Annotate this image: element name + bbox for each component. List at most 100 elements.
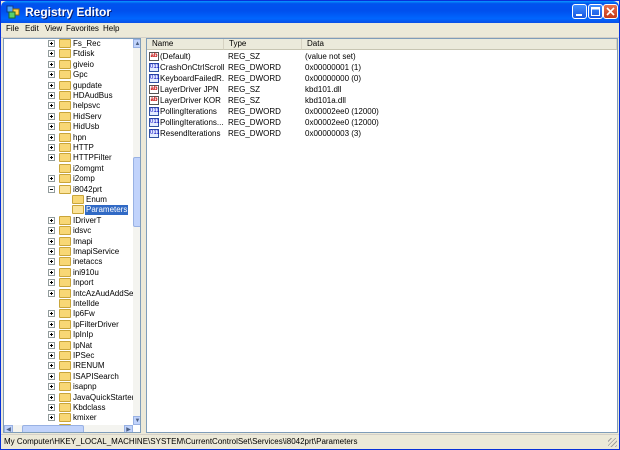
value-row[interactable]: 011 ResendIterations REG_DWORD 0x00000003 (… bbox=[147, 128, 617, 139]
expand-plus-icon[interactable] bbox=[48, 341, 55, 349]
tree-vertical-scrollbar[interactable]: ▲ ▼ bbox=[133, 39, 140, 425]
expand-plus-icon[interactable] bbox=[48, 352, 55, 359]
value-row[interactable]: ab LayerDriver JPN REG_SZ kbd101.dll bbox=[147, 84, 617, 95]
dword-value-icon: 011 bbox=[149, 129, 160, 138]
folder-icon bbox=[59, 330, 71, 340]
minimize-button[interactable] bbox=[572, 4, 587, 19]
folder-icon bbox=[59, 215, 71, 225]
expand-plus-icon[interactable] bbox=[48, 372, 55, 380]
expand-plus-icon[interactable] bbox=[48, 393, 55, 401]
tree-item-label: Kbdclass bbox=[73, 403, 106, 412]
value-row[interactable]: 011 PollingIterations REG_DWORD 0x00002ee0 … bbox=[147, 106, 617, 117]
menu-edit[interactable]: Edit bbox=[25, 24, 39, 33]
expand-plus-icon[interactable] bbox=[48, 216, 55, 224]
values-list[interactable]: Name Type Data ab (Default) REG_SZ (value n… bbox=[146, 38, 618, 433]
expand-plus-icon[interactable] bbox=[48, 279, 55, 287]
value-name: ResendIterations bbox=[160, 129, 221, 138]
expand-plus-icon[interactable] bbox=[48, 50, 55, 58]
folder-icon bbox=[59, 111, 71, 121]
string-value-icon: ab bbox=[149, 96, 159, 105]
expand-plus-icon[interactable] bbox=[48, 227, 55, 235]
dword-value-icon: 011 bbox=[149, 63, 160, 72]
tree-item-label: ISAPISearch bbox=[73, 371, 119, 381]
expand-plus-icon[interactable] bbox=[48, 268, 55, 276]
expand-plus-icon[interactable] bbox=[48, 362, 55, 370]
folder-icon bbox=[59, 101, 71, 111]
tree-item-label: IpNat bbox=[73, 340, 93, 350]
folder-icon bbox=[59, 91, 71, 100]
folder-icon bbox=[59, 371, 71, 381]
menu-bar: File Edit View Favorites Help bbox=[1, 23, 619, 38]
folder-icon bbox=[59, 257, 71, 267]
expand-plus-icon[interactable] bbox=[48, 144, 55, 151]
expand-plus-icon[interactable] bbox=[48, 289, 55, 297]
expand-plus-icon[interactable] bbox=[48, 154, 55, 162]
tree-item-label: ini910u bbox=[73, 267, 99, 277]
tree-item-label: i2omgmt bbox=[73, 163, 104, 173]
tree-horizontal-scrollbar[interactable]: ◀ ▶ bbox=[4, 425, 133, 432]
column-header-name[interactable]: Name bbox=[147, 39, 224, 50]
value-row[interactable]: ab LayerDriver KOR REG_SZ kbd101a.dll bbox=[147, 95, 617, 106]
expand-plus-icon[interactable] bbox=[48, 123, 55, 131]
expand-plus-icon[interactable] bbox=[48, 248, 55, 255]
value-name: (Default) bbox=[160, 52, 191, 61]
menu-help[interactable]: Help bbox=[103, 24, 119, 33]
maximize-button[interactable] bbox=[588, 4, 603, 19]
tree-item-label: HTTPFilter bbox=[73, 153, 112, 163]
scroll-right-icon[interactable]: ▶ bbox=[124, 425, 133, 432]
menu-view[interactable]: View bbox=[45, 24, 62, 33]
tree-item-label: IpFilterDriver bbox=[73, 319, 119, 329]
dword-value-icon: 011 bbox=[149, 118, 160, 127]
value-name: LayerDriver JPN bbox=[160, 85, 219, 94]
value-row[interactable]: 011 CrashOnCtrlScroll REG_DWORD 0x00000001 … bbox=[147, 62, 617, 73]
tree-item-label: IntcAzAudAddService bbox=[73, 288, 140, 298]
tree-item-label: gupdate bbox=[73, 80, 102, 90]
folder-icon bbox=[59, 361, 71, 371]
tree-horizontal-scroll-thumb[interactable] bbox=[22, 425, 84, 432]
tree-item-label: IpInIp bbox=[73, 330, 94, 340]
expand-plus-icon[interactable] bbox=[48, 175, 55, 183]
scroll-up-icon[interactable]: ▲ bbox=[133, 39, 140, 48]
expand-plus-icon[interactable] bbox=[48, 414, 55, 422]
column-header-type[interactable]: Type bbox=[224, 39, 302, 50]
folder-icon bbox=[59, 403, 71, 412]
expand-plus-icon[interactable] bbox=[48, 237, 55, 245]
title-bar[interactable]: Registry Editor bbox=[1, 1, 619, 23]
folder-icon bbox=[59, 163, 71, 173]
resize-grip-icon[interactable] bbox=[608, 438, 617, 447]
expand-plus-icon[interactable] bbox=[48, 133, 55, 141]
close-button[interactable] bbox=[603, 4, 618, 19]
value-data: 0x00000001 (1) bbox=[305, 63, 362, 72]
expand-plus-icon[interactable] bbox=[48, 331, 55, 339]
value-row[interactable]: ab (Default) REG_SZ (value not set) bbox=[147, 51, 617, 62]
dword-value-icon: 011 bbox=[149, 74, 160, 83]
expand-plus-icon[interactable] bbox=[48, 102, 55, 110]
tree-vertical-scroll-thumb[interactable] bbox=[133, 157, 140, 227]
collapse-minus-icon[interactable] bbox=[48, 185, 55, 193]
folder-icon bbox=[59, 278, 71, 288]
menu-file[interactable]: File bbox=[6, 24, 19, 33]
expand-plus-icon[interactable] bbox=[48, 383, 55, 391]
column-header-data[interactable]: Data bbox=[302, 39, 617, 50]
folder-icon bbox=[59, 351, 71, 360]
menu-favorites[interactable]: Favorites bbox=[66, 24, 99, 33]
key-tree[interactable]: Fs_Rec Ftdisk giveio Gpc gupdate HDAudBus help… bbox=[3, 38, 141, 433]
value-type: REG_DWORD bbox=[228, 107, 281, 116]
folder-icon bbox=[59, 153, 71, 163]
expand-plus-icon[interactable] bbox=[48, 92, 55, 99]
expand-plus-icon[interactable] bbox=[48, 81, 55, 89]
expand-plus-icon[interactable] bbox=[48, 404, 55, 411]
expand-plus-icon[interactable] bbox=[48, 71, 55, 79]
value-row[interactable]: 011 KeyboardFailedR... REG_DWORD 0x00000000… bbox=[147, 73, 617, 84]
expand-plus-icon[interactable] bbox=[48, 258, 55, 266]
expand-plus-icon[interactable] bbox=[48, 320, 55, 328]
expand-plus-icon[interactable] bbox=[48, 60, 55, 68]
expand-plus-icon[interactable] bbox=[48, 310, 55, 318]
maximize-icon bbox=[591, 7, 600, 16]
tree-item-label: Imapi bbox=[73, 236, 93, 246]
expand-plus-icon[interactable] bbox=[48, 112, 55, 120]
expand-plus-icon[interactable] bbox=[48, 40, 55, 47]
value-row[interactable]: 011 PollingIterations... REG_DWORD 0x00002e… bbox=[147, 117, 617, 128]
scroll-left-icon[interactable]: ◀ bbox=[4, 425, 13, 432]
scroll-down-icon[interactable]: ▼ bbox=[133, 416, 140, 425]
